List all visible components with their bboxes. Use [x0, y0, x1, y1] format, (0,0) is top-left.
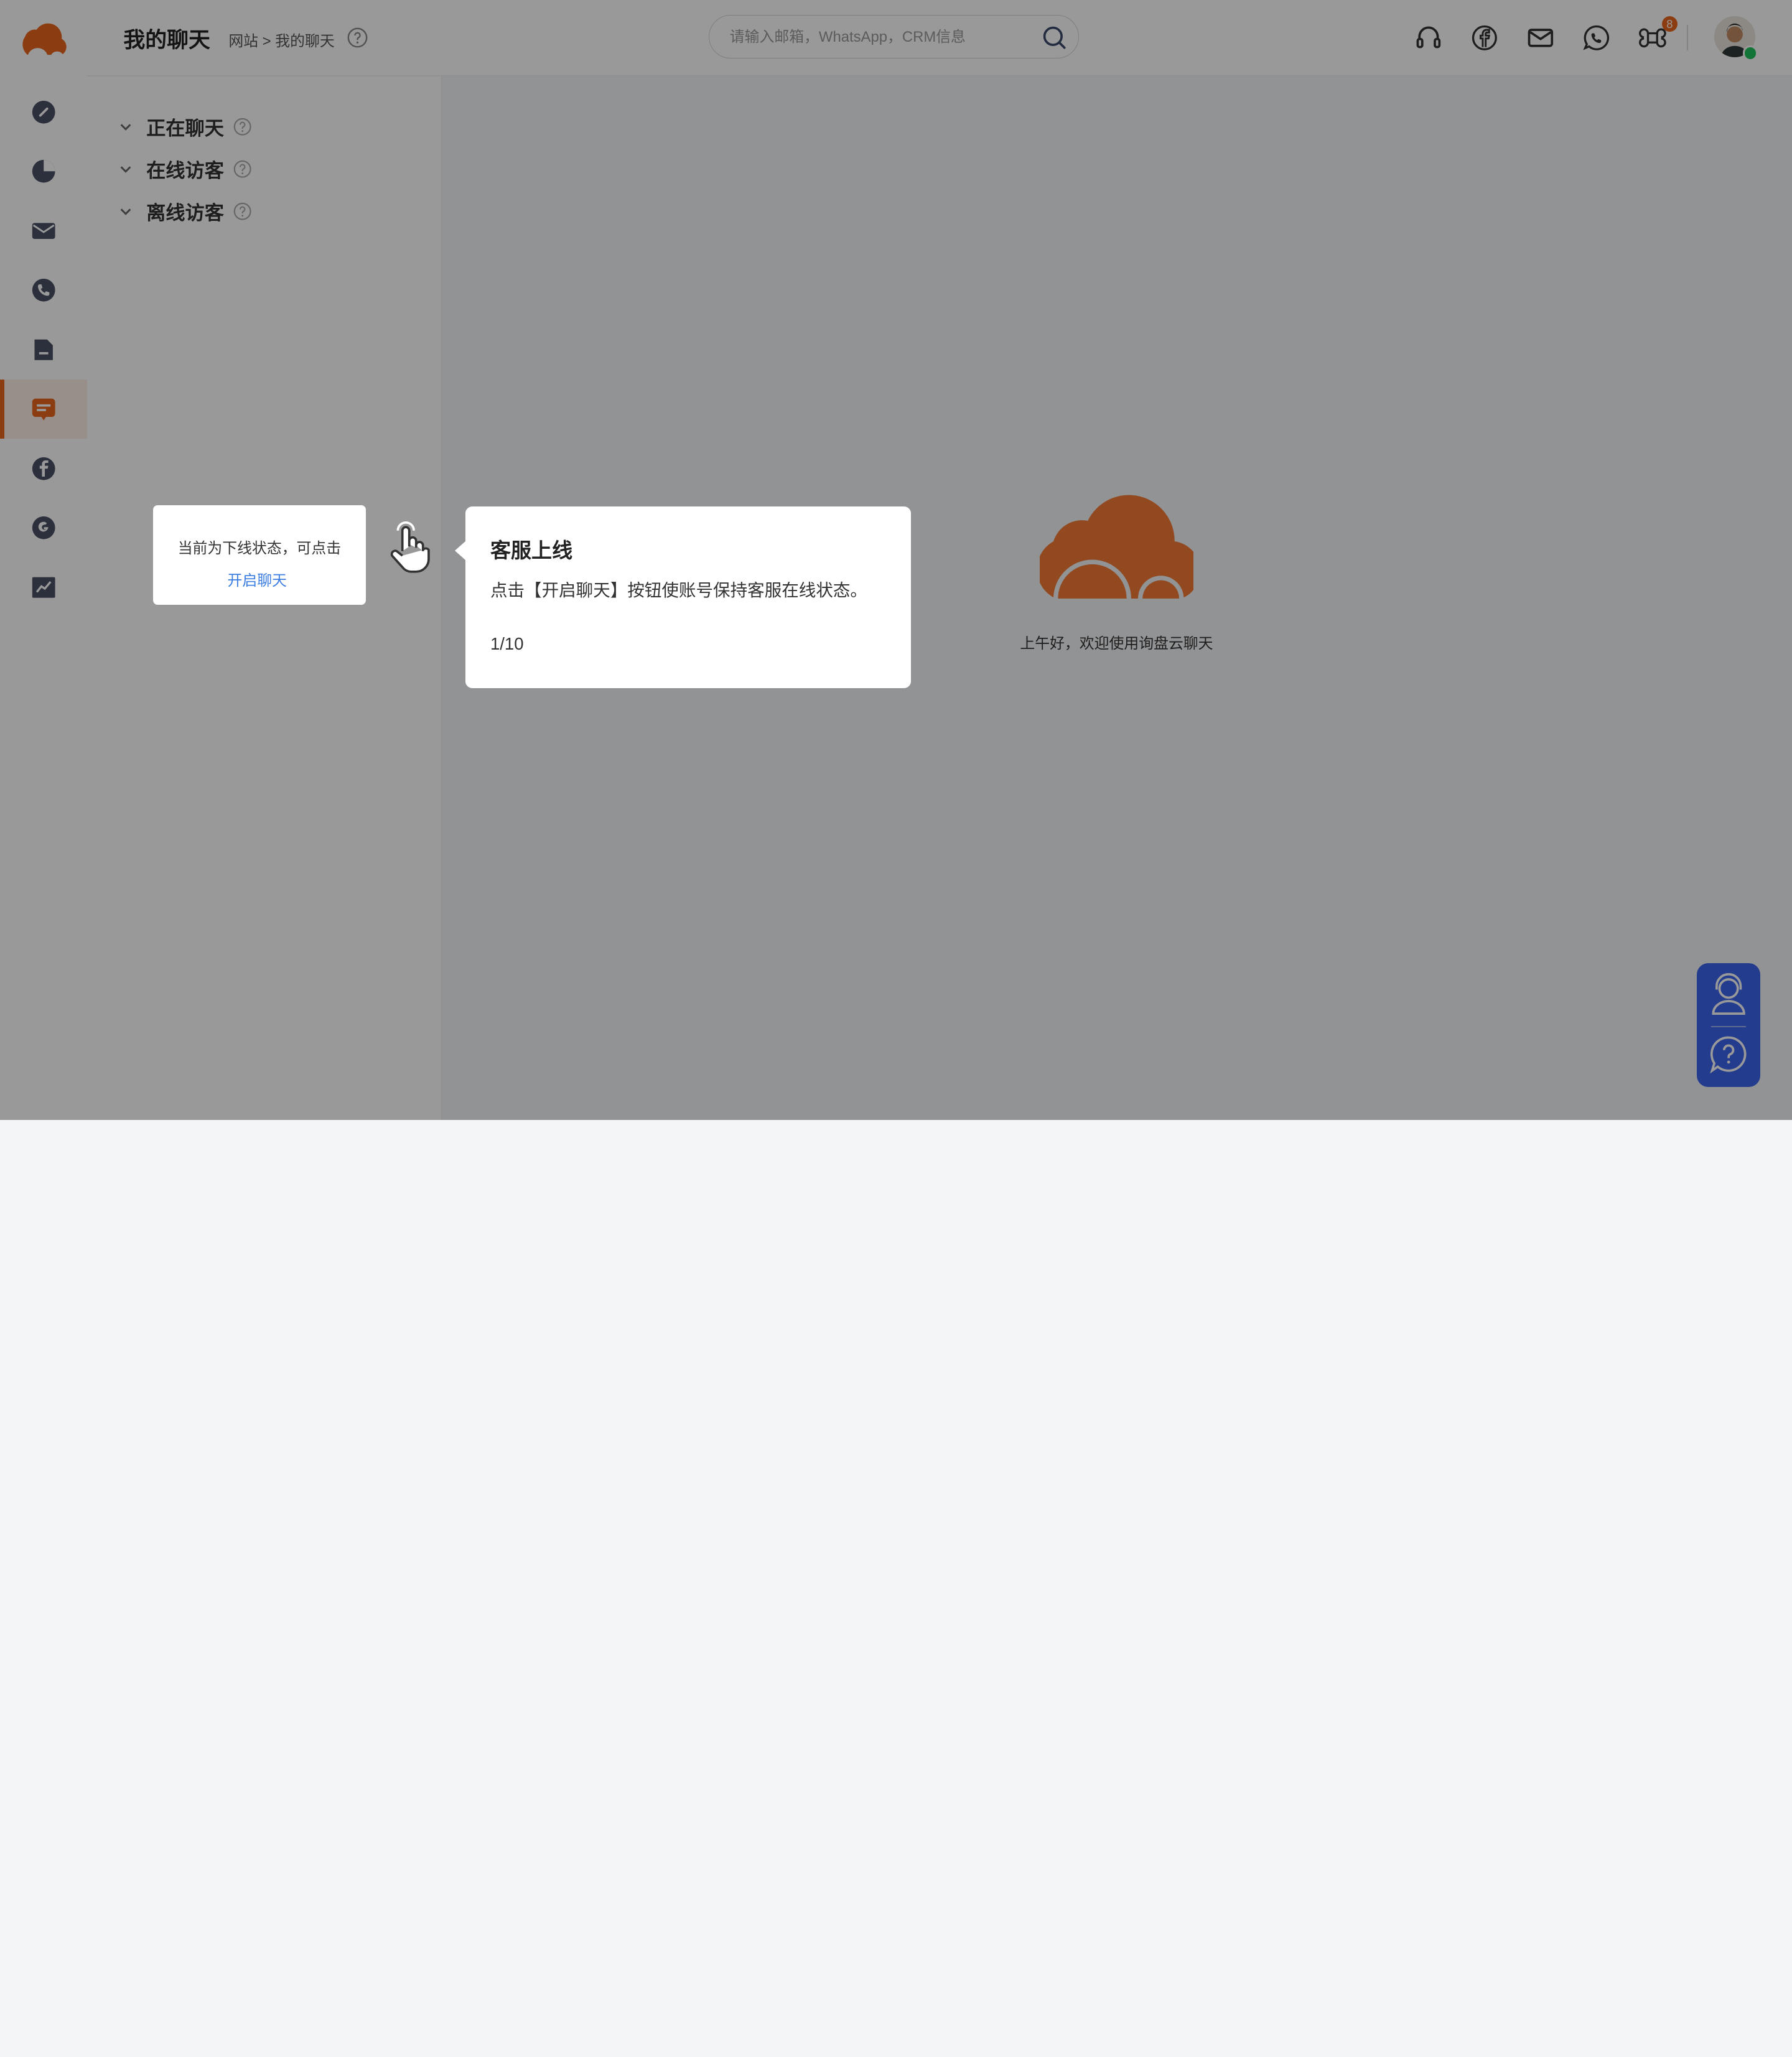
guide-popover: 客服上线 点击【开启聊天】按钮使账号保持客服在线状态。 1/10 [455, 506, 911, 688]
start-chat-link[interactable]: 开启聊天 [153, 568, 361, 590]
guide-description: 点击【开启聊天】按钮使账号保持客服在线状态。 [490, 580, 867, 600]
spotlight-text: 当前为下线状态，可点击 [177, 540, 342, 557]
guide-spotlight: 当前为下线状态，可点击 开启聊天 [153, 505, 366, 605]
guide-step-counter: 1/10 [490, 634, 524, 654]
hand-pointer-icon [390, 521, 430, 573]
guide-title: 客服上线 [490, 539, 573, 562]
